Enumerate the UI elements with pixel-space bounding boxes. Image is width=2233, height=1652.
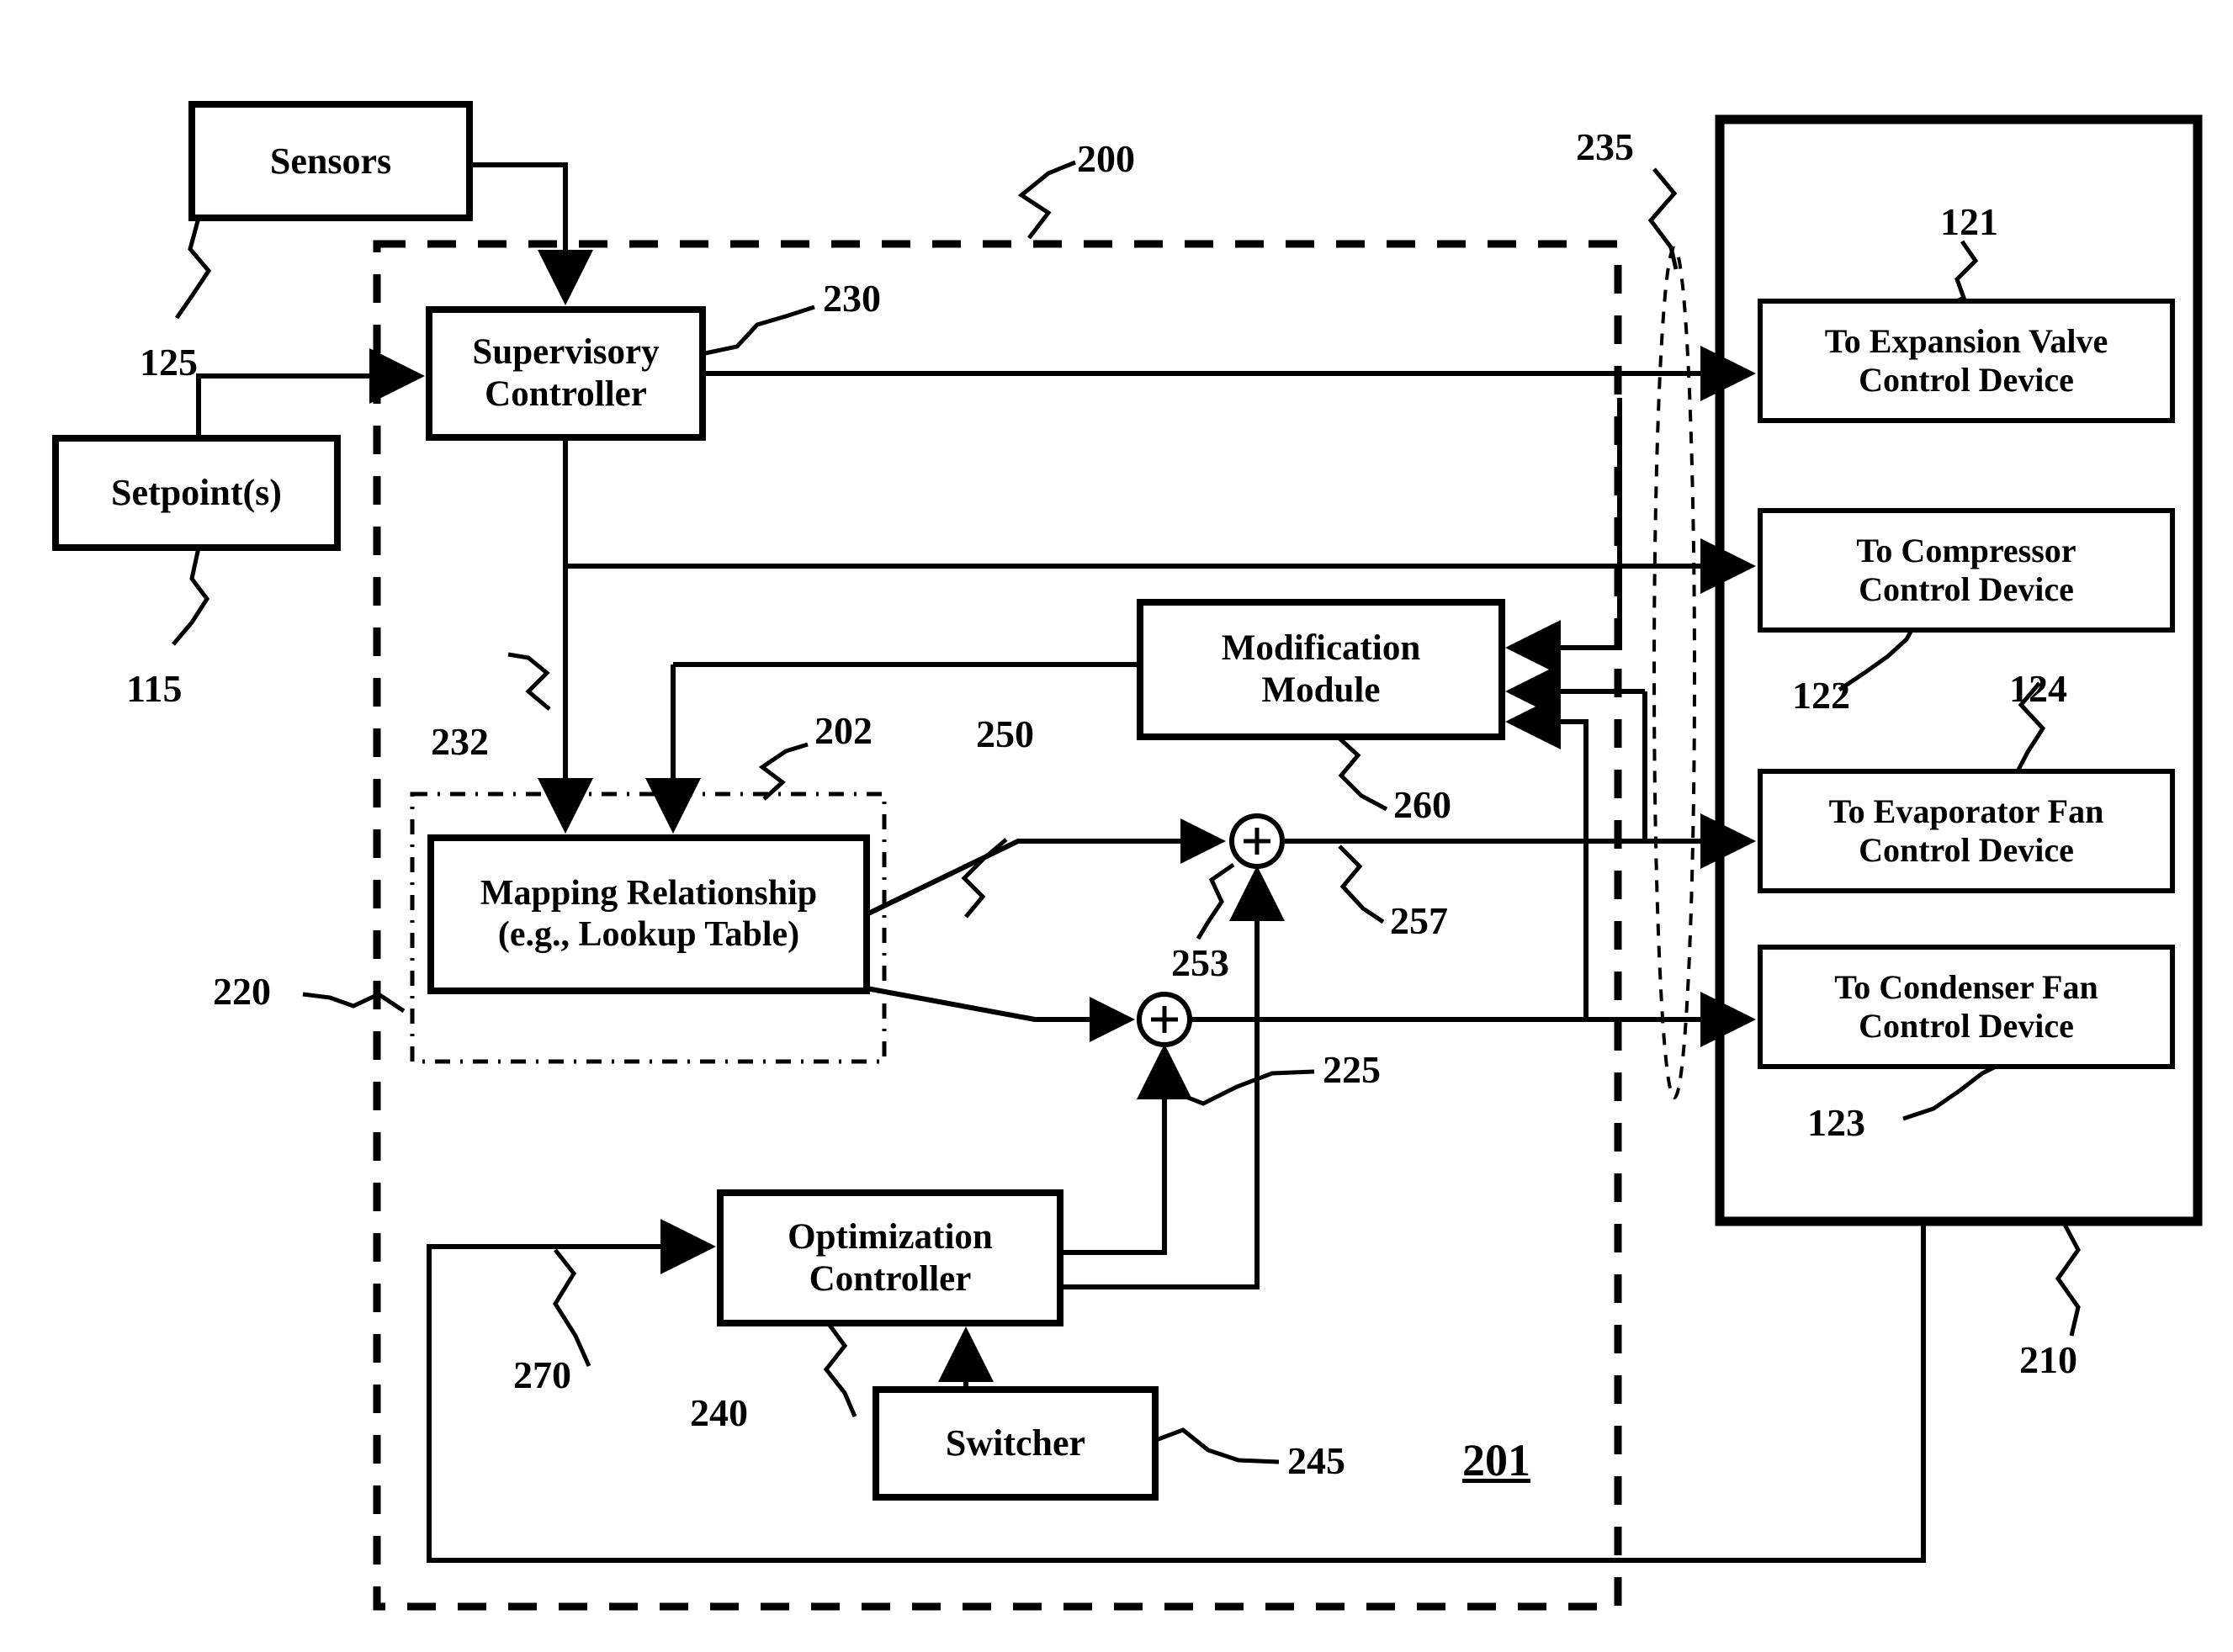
ref-200: 200: [1077, 137, 1135, 180]
optimization-controller-box: [717, 1189, 1063, 1326]
sensors-box: [188, 101, 473, 221]
expansion-valve-device-box: [1758, 299, 2175, 423]
leader-270: [553, 1248, 591, 1368]
ref-123: 123: [1807, 1101, 1865, 1144]
leader-240: [823, 1322, 857, 1417]
ref-260: 260: [1393, 783, 1451, 826]
ref-240: 240: [690, 1391, 748, 1434]
figure-canvas: Sensors Setpoint(s) Supervisory Controll…: [0, 0, 2233, 1652]
leader-225: [1164, 1069, 1315, 1106]
ref-245: 245: [1287, 1439, 1345, 1482]
wire-setpoints-to-supervisory: [196, 348, 425, 438]
ref-220: 220: [213, 970, 271, 1013]
leader-115: [172, 547, 210, 646]
ref-235: 235: [1576, 125, 1634, 168]
ref-250: 250: [976, 712, 1034, 755]
ref-202: 202: [814, 709, 873, 752]
leader-125: [174, 217, 212, 320]
ref-232: 232: [431, 720, 489, 763]
supervisory-controller-box: [426, 306, 706, 441]
ref-201: 201: [1462, 1435, 1530, 1485]
ref-121: 121: [1940, 200, 1998, 243]
leader-253: [1196, 862, 1235, 940]
modification-module-box: [1137, 599, 1505, 740]
leader-232: [507, 652, 551, 711]
setpoints-box: [52, 435, 341, 551]
ref-253: 253: [1171, 941, 1229, 984]
ref-125: 125: [140, 341, 198, 384]
mapping-relationship-box: [427, 834, 870, 994]
wire-optimization-to-sum-lower: [1060, 1044, 1192, 1255]
leader-257: [1338, 845, 1385, 924]
switcher-box: [873, 1386, 1159, 1501]
condenser-fan-device-box: [1758, 945, 2175, 1069]
evaporator-fan-device-box: [1758, 769, 2175, 893]
leader-200: [1017, 160, 1076, 240]
wire-mapping-to-sum-upper: [865, 818, 1226, 917]
ref-225: 225: [1323, 1048, 1381, 1091]
ref-115: 115: [126, 667, 183, 710]
ref-230: 230: [823, 277, 881, 320]
compressor-device-box: [1758, 508, 2175, 633]
wire-optimization-to-sum-upper: [1060, 866, 1285, 1289]
leader-123: [1902, 1064, 1997, 1121]
wire-sensors-to-supervisory: [469, 162, 593, 305]
ref-124: 124: [2009, 667, 2067, 710]
ref-122: 122: [1792, 674, 1850, 717]
ref-210: 210: [2019, 1338, 2077, 1381]
diagram-vector-layer: [52, 101, 2203, 1611]
leader-230: [704, 304, 815, 356]
wire-mapping-to-sum-lower: [866, 986, 1135, 1042]
wire-feedback-to-modification-3: [1505, 694, 1589, 1019]
leader-121: [1955, 240, 1979, 304]
wire-feedback-loop-270: [427, 1219, 1926, 1563]
ref-257: 257: [1390, 899, 1448, 942]
leader-235: [1647, 167, 1679, 270]
leader-260: [1336, 735, 1388, 812]
ref-270: 270: [513, 1353, 571, 1396]
leader-210: [2055, 1220, 2081, 1337]
wire-feedback-to-modification-1: [1505, 398, 1622, 675]
leader-220: [302, 992, 406, 1014]
leader-245: [1155, 1427, 1280, 1464]
leader-202: [758, 742, 809, 801]
